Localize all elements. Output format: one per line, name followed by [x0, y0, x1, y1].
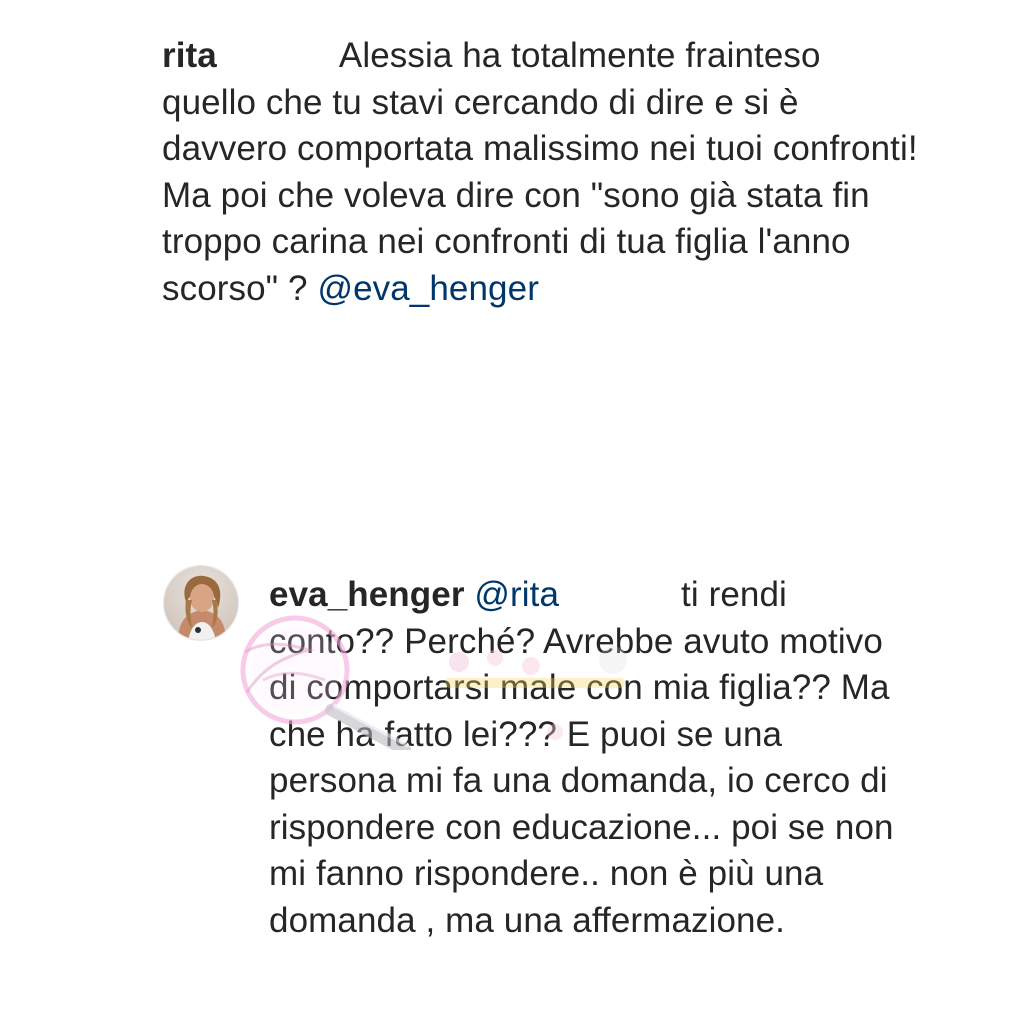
comment-rita: rita Alessia ha totalmente frainteso quel… — [162, 33, 922, 312]
comment-eva-henger: eva_henger @rita ti rendi conto?? Perché?… — [269, 572, 909, 944]
avatar[interactable] — [163, 565, 239, 641]
profile-photo-avatar-icon — [164, 566, 238, 640]
mention-link[interactable]: @rita — [474, 575, 559, 614]
mention-link[interactable]: @eva_henger — [317, 269, 539, 308]
comment-text: ti rendi conto?? Perché? Avrebbe avuto m… — [269, 575, 894, 940]
comment-username[interactable]: eva_henger — [269, 575, 465, 614]
comment-username[interactable]: rita — [162, 36, 217, 75]
comment-text: Alessia ha totalmente frainteso quello c… — [162, 36, 918, 308]
